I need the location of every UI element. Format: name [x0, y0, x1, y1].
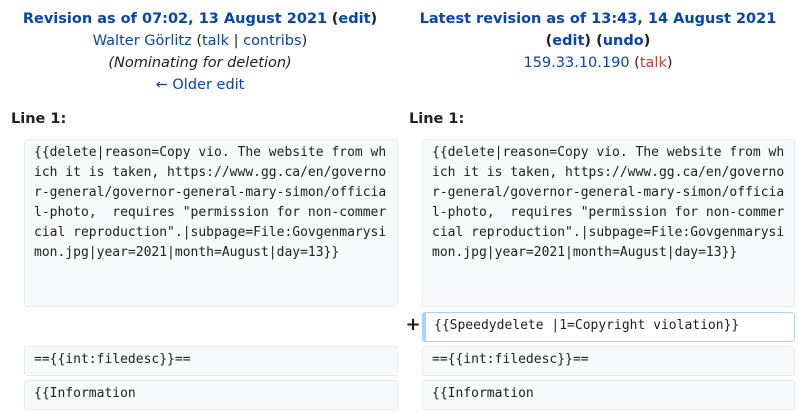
latest-revision-header: Latest revision as of 13:43, 14 August 2…: [398, 8, 798, 74]
old-revision-header: Revision as of 07:02, 13 August 2021 (ed…: [0, 8, 400, 96]
old-revision-title-row: Revision as of 07:02, 13 August 2021 (ed…: [22, 11, 378, 27]
diff-context-left-3: {{Information: [24, 380, 398, 410]
diff-added-marker: +: [405, 314, 421, 335]
old-revision-contribs-link[interactable]: contribs: [243, 33, 301, 49]
link-separator: |: [233, 33, 239, 49]
old-revision-user-row: Walter Görlitz (talk | contribs): [92, 33, 308, 49]
latest-revision-undo-link[interactable]: undo: [603, 33, 644, 49]
old-revision-summary: (Nominating for deletion): [108, 55, 292, 71]
diff-added-line: {{Speedydelete |1=Copyright violation}}: [422, 312, 795, 342]
latest-revision-actions: (edit) (undo): [545, 33, 651, 49]
old-revision-user-link[interactable]: Walter Görlitz: [93, 33, 192, 49]
older-edit-link[interactable]: ← Older edit: [156, 77, 245, 93]
latest-revision-edit-link[interactable]: edit: [552, 33, 584, 49]
diff-line-number-right: Line 1:: [409, 111, 465, 127]
diff-context-right-1: {{delete|reason=Copy vio. The website fr…: [422, 139, 795, 307]
diff-context-left-1: {{delete|reason=Copy vio. The website fr…: [24, 139, 398, 307]
diff-context-left-2: =={{int:filedesc}}==: [24, 346, 398, 376]
latest-revision-ip-link[interactable]: 159.33.10.190: [523, 55, 629, 71]
latest-revision-talk-link[interactable]: talk: [640, 55, 667, 71]
latest-revision-user-row: 159.33.10.190 (talk): [523, 55, 673, 71]
latest-revision-title-link[interactable]: Latest revision as of 13:43, 14 August 2…: [420, 11, 777, 27]
old-revision-edit-link[interactable]: edit: [338, 11, 370, 27]
diff-line-number-left: Line 1:: [11, 111, 67, 127]
diff-context-right-3: {{Information: [422, 380, 795, 410]
old-revision-talk-link[interactable]: talk: [202, 33, 229, 49]
diff-context-right-2: =={{int:filedesc}}==: [422, 346, 795, 376]
old-revision-title-link[interactable]: Revision as of 07:02, 13 August 2021: [23, 11, 327, 27]
